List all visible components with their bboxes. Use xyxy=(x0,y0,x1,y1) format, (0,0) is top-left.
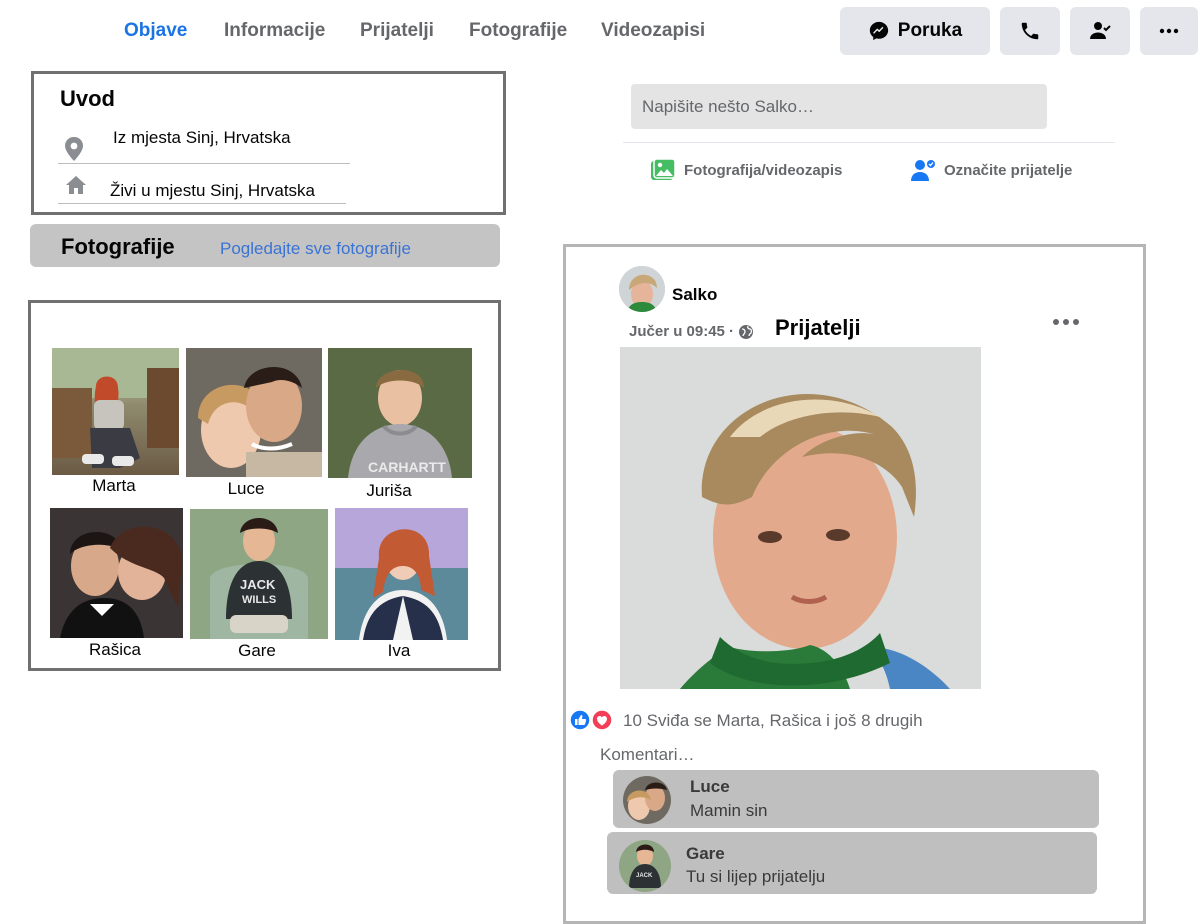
avatar[interactable] xyxy=(623,776,671,824)
svg-text:CARHARTT: CARHARTT xyxy=(368,459,446,475)
friend-photo-rasica[interactable] xyxy=(50,508,183,638)
intro-hometown: Iz mjesta Sinj, Hrvatska xyxy=(113,128,291,147)
comment-avatar-icon xyxy=(623,776,671,824)
comment-item: JACK Gare Tu si lijep prijatelju xyxy=(607,832,1097,894)
comments-label[interactable]: Komentari… xyxy=(600,745,694,765)
svg-text:JACK: JACK xyxy=(636,873,653,879)
messenger-icon xyxy=(869,21,888,41)
tag-friends-button[interactable]: Označite prijatelje xyxy=(910,158,1072,182)
person-photo-icon xyxy=(186,348,322,477)
like-reaction-icon[interactable] xyxy=(569,709,591,731)
photo-icon xyxy=(651,158,676,180)
friend-name[interactable]: Marta xyxy=(54,476,174,496)
tab-about[interactable]: Informacije xyxy=(224,20,325,42)
comment-avatar-icon: JACK xyxy=(619,840,671,892)
comment-text: Tu si lijep prijatelju xyxy=(686,867,826,886)
person-photo-icon xyxy=(50,508,183,638)
tab-photos[interactable]: Fotografije xyxy=(469,20,567,42)
divider xyxy=(58,203,346,204)
post-image[interactable] xyxy=(620,347,981,689)
location-pin-icon xyxy=(65,137,83,161)
avatar[interactable] xyxy=(619,266,665,312)
intro-card: Uvod Iz mjesta Sinj, Hrvatska Živi u mje… xyxy=(31,71,506,215)
comment-author[interactable]: Luce xyxy=(690,777,730,797)
photos-header: Fotografije Pogledajte sve fotografije xyxy=(30,224,500,267)
person-photo-icon xyxy=(335,508,468,640)
friend-name[interactable]: Luce xyxy=(186,479,306,499)
tag-friends-label: Označite prijatelje xyxy=(944,161,1073,179)
friend-photo-luce[interactable] xyxy=(186,348,322,477)
photo-video-label: Fotografija/videozapis xyxy=(684,161,843,179)
photos-title: Fotografije xyxy=(61,234,175,259)
friend-photo-marta[interactable] xyxy=(52,348,179,475)
post-text: Prijatelji xyxy=(775,315,861,340)
tab-friends[interactable]: Prijatelji xyxy=(360,20,434,42)
post-author-name[interactable]: Salko xyxy=(672,285,717,305)
heart-reaction-icon[interactable] xyxy=(591,709,613,731)
person-photo-icon xyxy=(620,347,981,689)
profile-avatar-icon xyxy=(619,266,665,312)
call-button[interactable] xyxy=(1000,7,1060,55)
friend-name[interactable]: Gare xyxy=(197,641,317,661)
globe-icon xyxy=(739,324,754,339)
divider xyxy=(58,163,350,164)
comment-text: Mamin sin xyxy=(690,801,768,820)
friend-name[interactable]: Iva xyxy=(339,641,459,661)
message-button-label: Poruka xyxy=(897,20,963,41)
friend-photo-jurisa[interactable]: CARHARTT xyxy=(328,348,472,478)
tag-friends-icon xyxy=(911,160,935,181)
friend-name[interactable]: Rašica xyxy=(55,640,175,660)
comment-author[interactable]: Gare xyxy=(686,844,725,864)
tab-posts[interactable]: Objave xyxy=(124,20,187,42)
tab-videos[interactable]: Videozapisi xyxy=(601,20,705,42)
more-button[interactable] xyxy=(1140,7,1198,55)
intro-current-city: Živi u mjestu Sinj, Hrvatska xyxy=(110,181,315,200)
more-dots-icon xyxy=(1159,28,1179,34)
divider xyxy=(623,142,1115,143)
avatar[interactable]: JACK xyxy=(619,840,671,892)
see-all-photos-link[interactable]: Pogledajte sve fotografije xyxy=(220,239,411,259)
intro-title: Uvod xyxy=(60,86,115,111)
friend-photo-gare[interactable]: JACK WILLS xyxy=(190,509,328,639)
status-composer-input[interactable] xyxy=(631,84,1047,129)
svg-text:WILLS: WILLS xyxy=(242,594,276,606)
friend-check-icon xyxy=(1090,22,1111,39)
post-timestamp[interactable]: Jučer u 09:45 · xyxy=(629,323,754,340)
home-icon xyxy=(66,176,86,194)
post-options-icon[interactable] xyxy=(1052,318,1080,326)
friend-name[interactable]: Juriša xyxy=(329,481,449,501)
reactions-summary[interactable]: 10 Sviđa se Marta, Rašica i još 8 drugih xyxy=(623,711,923,731)
friend-photo-iva[interactable] xyxy=(335,508,468,640)
person-photo-icon: CARHARTT xyxy=(328,348,472,478)
person-photo-icon: JACK WILLS xyxy=(190,509,328,639)
post-time: Jučer u 09:45 · xyxy=(629,323,735,340)
friends-status-button[interactable] xyxy=(1070,7,1130,55)
photo-video-button[interactable]: Fotografija/videozapis xyxy=(650,158,842,182)
svg-text:JACK: JACK xyxy=(240,577,276,592)
phone-icon xyxy=(1021,22,1039,40)
message-button[interactable]: Poruka xyxy=(840,7,990,55)
comment-item: Luce Mamin sin xyxy=(613,770,1099,828)
person-photo-icon xyxy=(52,348,179,468)
